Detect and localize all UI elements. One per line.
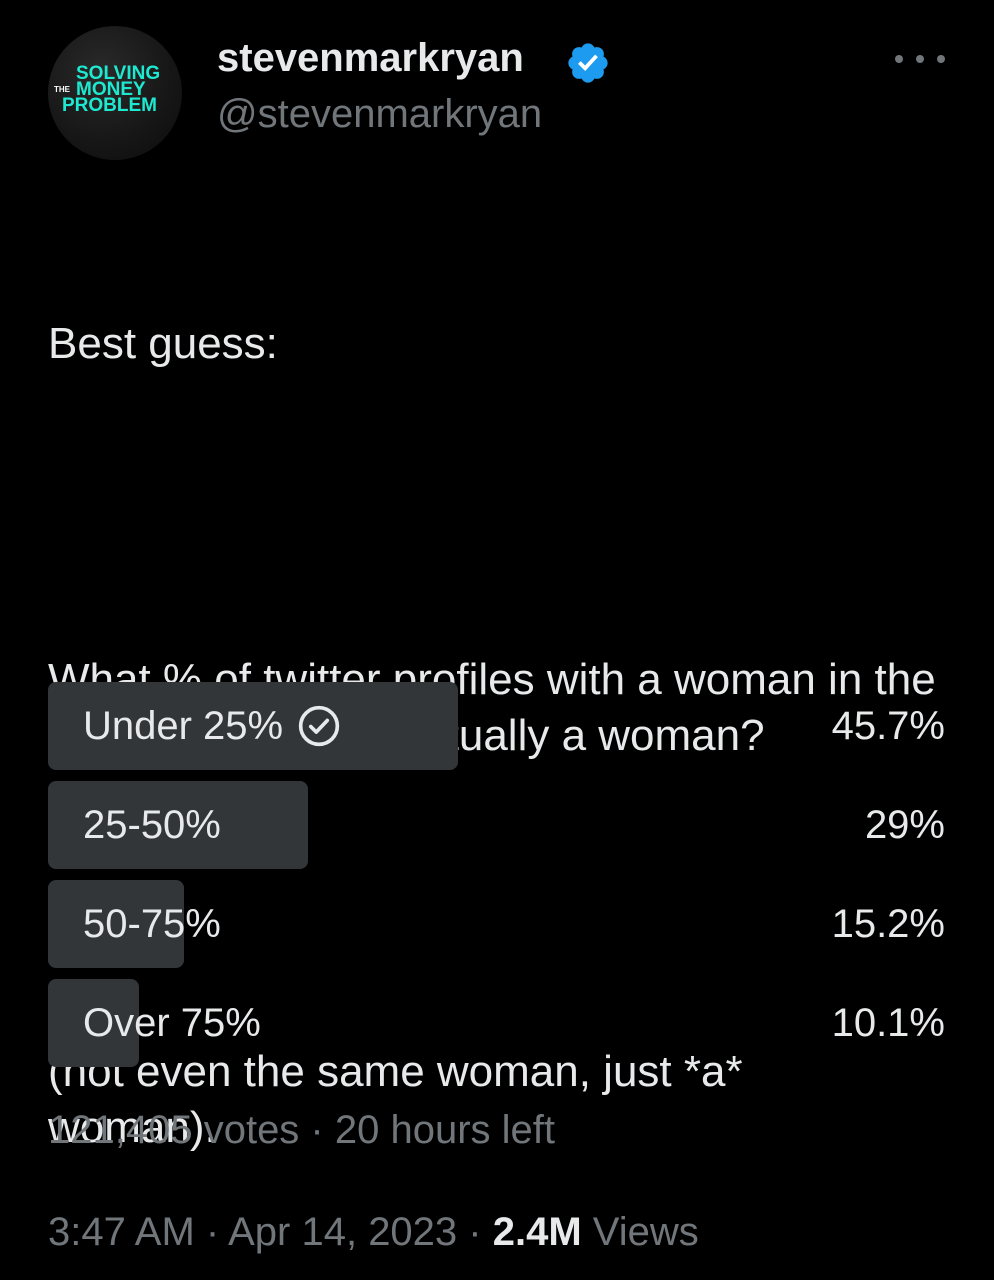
check-circle-icon [298,705,340,747]
poll-option-percent: 10.1% [831,1000,945,1045]
poll-meta-separator: · [299,1108,335,1152]
more-dot [916,55,924,63]
tweet: SOLVING THE MONEY PROBLEM stevenmarkryan… [0,0,994,1280]
user-handle[interactable]: @stevenmarkryan [217,92,542,137]
poll-option-percent: 29% [864,802,945,847]
views-label: Views [592,1210,699,1254]
avatar[interactable]: SOLVING THE MONEY PROBLEM [48,26,182,160]
tweet-date: Apr 14, 2023 [228,1210,458,1254]
poll-votes: 121,405 votes [48,1108,300,1152]
logo-line-problem: PROBLEM [62,95,157,116]
more-dot [937,55,945,63]
poll-option-label-wrap: 50-75% [83,880,221,968]
poll-option: 50-75% 15.2% [48,880,945,968]
poll-option-label: Under 25% [83,703,284,748]
logo-line-the: THE [54,85,70,94]
tweet-time: 3:47 AM [48,1210,195,1254]
more-horizontal-icon[interactable] [895,48,945,70]
poll-meta: 121,405 votes · 20 hours left [48,1108,555,1153]
channel-logo: SOLVING THE MONEY PROBLEM [48,26,182,160]
views-count: 2.4M [492,1210,582,1254]
poll-option-label-wrap: 25-50% [83,781,221,869]
poll-option-label: Over 75% [83,1000,261,1045]
tweet-timestamp[interactable]: 3:47 AM · Apr 14, 2023 · 2.4M Views [48,1210,699,1255]
poll-option: 25-50% 29% [48,781,945,869]
poll-option-percent: 15.2% [831,901,945,946]
display-name[interactable]: stevenmarkryan [217,36,524,81]
poll-option-percent: 45.7% [831,703,945,748]
poll-time-left: 20 hours left [334,1108,555,1152]
poll: Under 25% 45.7% 25-50% 29% 50-75% 15.2% [48,682,945,1078]
timestamp-separator: · [457,1210,493,1254]
poll-option-label-wrap: Over 75% [83,979,261,1067]
tweet-paragraph-1: Best guess: [48,319,278,368]
timestamp-separator: · [194,1210,229,1254]
more-dot [895,55,903,63]
poll-option-label: 25-50% [83,802,221,847]
poll-option: Over 75% 10.1% [48,979,945,1067]
poll-option-label: 50-75% [83,901,221,946]
poll-option-label-wrap: Under 25% [83,682,341,770]
poll-option: Under 25% 45.7% [48,682,945,770]
verified-badge-icon[interactable] [565,40,611,86]
